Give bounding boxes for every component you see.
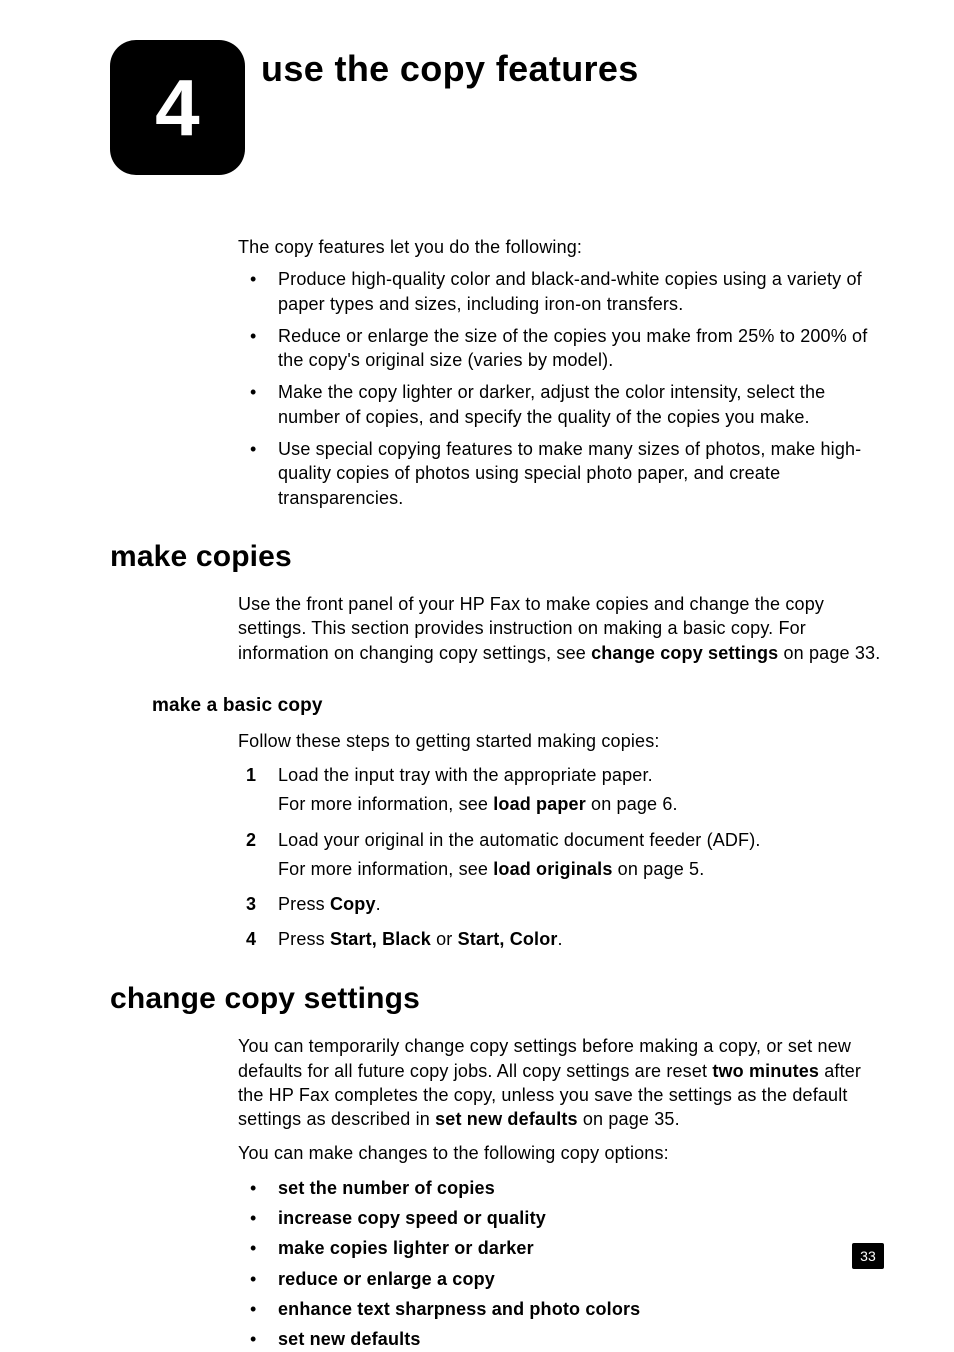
section2-paragraph2: You can make changes to the following co…: [238, 1141, 884, 1165]
step-item: 1 Load the input tray with the appropria…: [238, 763, 884, 817]
cross-reference: change copy settings: [591, 643, 778, 663]
list-item: increase copy speed or quality: [238, 1206, 884, 1230]
text-suffix: on page 6.: [586, 794, 678, 814]
button-name: Copy: [330, 894, 376, 914]
subsection-make-basic-copy-heading: make a basic copy: [152, 695, 884, 717]
subsection-intro: Follow these steps to getting started ma…: [238, 729, 884, 753]
section-change-copy-settings-heading: change copy settings: [110, 982, 884, 1016]
text-suffix: .: [376, 894, 381, 914]
text-prefix: For more information, see: [278, 859, 493, 879]
cross-reference: load originals: [493, 859, 612, 879]
chapter-header: 4 use the copy features: [110, 40, 884, 175]
step-item: 2 Load your original in the automatic do…: [238, 828, 884, 882]
list-item: reduce or enlarge a copy: [238, 1267, 884, 1291]
text-prefix: For more information, see: [278, 794, 493, 814]
step-number: 3: [246, 892, 256, 917]
text-suffix: .: [558, 929, 563, 949]
intro-text: The copy features let you do the followi…: [238, 235, 884, 259]
button-name: Start, Black: [330, 929, 431, 949]
copy-options-list: set the number of copies increase copy s…: [238, 1176, 884, 1352]
list-item: Make the copy lighter or darker, adjust …: [238, 380, 884, 429]
emphasis: two minutes: [712, 1061, 819, 1081]
step-number: 1: [246, 763, 256, 788]
step-text: Load your original in the automatic docu…: [278, 830, 761, 850]
step-number: 4: [246, 927, 256, 952]
intro-bullet-list: Produce high-quality color and black-and…: [238, 267, 884, 510]
list-item: set new defaults: [238, 1327, 884, 1351]
list-item: Reduce or enlarge the size of the copies…: [238, 324, 884, 373]
step-subtext: For more information, see load paper on …: [278, 792, 884, 817]
step-item: 4 Press Start, Black or Start, Color.: [238, 927, 884, 952]
list-item: set the number of copies: [238, 1176, 884, 1200]
section2-paragraph1: You can temporarily change copy settings…: [238, 1034, 884, 1131]
chapter-number-badge: 4: [110, 40, 245, 175]
cross-reference: set new defaults: [435, 1109, 578, 1129]
step-subtext: For more information, see load originals…: [278, 857, 884, 882]
section-make-copies-heading: make copies: [110, 540, 884, 574]
page-number: 33: [852, 1243, 884, 1269]
step-number: 2: [246, 828, 256, 853]
text-suffix: on page 35.: [578, 1109, 680, 1129]
steps-list: 1 Load the input tray with the appropria…: [238, 763, 884, 952]
text-suffix: on page 33.: [778, 643, 880, 663]
button-name: Start, Color: [458, 929, 558, 949]
step-item: 3 Press Copy.: [238, 892, 884, 917]
chapter-title: use the copy features: [261, 48, 639, 90]
step-text: Load the input tray with the appropriate…: [278, 765, 653, 785]
cross-reference: load paper: [493, 794, 586, 814]
text-prefix: Press: [278, 894, 330, 914]
text-mid: or: [431, 929, 458, 949]
list-item: enhance text sharpness and photo colors: [238, 1297, 884, 1321]
list-item: Produce high-quality color and black-and…: [238, 267, 884, 316]
section1-paragraph: Use the front panel of your HP Fax to ma…: [238, 592, 884, 665]
list-item: Use special copying features to make man…: [238, 437, 884, 510]
text-prefix: Press: [278, 929, 330, 949]
list-item: make copies lighter or darker: [238, 1236, 884, 1260]
text-suffix: on page 5.: [613, 859, 705, 879]
